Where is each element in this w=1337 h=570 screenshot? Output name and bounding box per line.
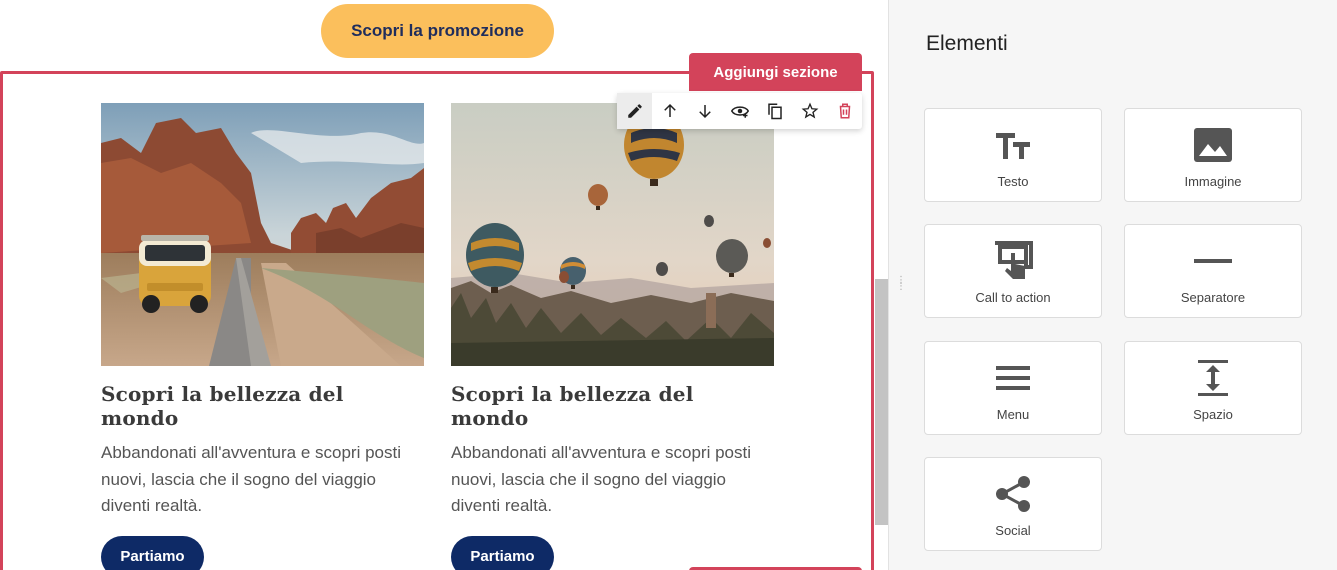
call-to-action-icon: [993, 241, 1033, 281]
card-title[interactable]: Scopri la bellezza del mondo: [451, 382, 774, 430]
tile-label: Spazio: [1193, 407, 1233, 422]
partiamo-button[interactable]: Partiamo: [451, 535, 554, 570]
visibility-icon[interactable]: [722, 93, 757, 129]
partiamo-button[interactable]: Partiamo: [101, 535, 204, 570]
scrollbar-thumb[interactable]: [875, 279, 888, 525]
card-text[interactable]: Abbandonati all'avventura e scopri posti…: [101, 440, 401, 520]
copy-icon[interactable]: [757, 93, 792, 129]
panel-title: Elementi: [926, 32, 1008, 55]
element-tile-testo[interactable]: Testo: [924, 108, 1102, 202]
add-section-button[interactable]: Aggiungi sezione: [689, 53, 862, 91]
share-icon: [993, 474, 1033, 514]
text-icon: [993, 125, 1033, 165]
editor-canvas: Scopri la promozione Scopri la bellezza …: [0, 0, 875, 570]
tile-label: Separatore: [1180, 290, 1246, 305]
star-icon[interactable]: [792, 93, 827, 129]
element-tile-spazio[interactable]: Spazio: [1124, 341, 1302, 435]
tile-label: Social: [995, 523, 1031, 538]
tile-label: Testo: [997, 174, 1029, 189]
edit-icon[interactable]: [617, 93, 652, 129]
card: Scopri la bellezza del mondo Abbandonati…: [101, 103, 424, 570]
tile-label: Call to action: [975, 290, 1051, 305]
spacing-icon: [1193, 358, 1233, 398]
element-tile-call-to-action[interactable]: Call to action: [924, 224, 1102, 318]
card-title[interactable]: Scopri la bellezza del mondo: [101, 382, 424, 430]
card: Scopri la bellezza del mondo Abbandonati…: [451, 103, 774, 570]
tile-label: Immagine: [1184, 174, 1242, 189]
hot-air-balloons-image[interactable]: [451, 103, 774, 366]
section-toolbar: [617, 93, 862, 129]
arrow-up-icon[interactable]: [652, 93, 687, 129]
card-text[interactable]: Abbandonati all'avventura e scopri posti…: [451, 440, 751, 520]
van-desert-road-image[interactable]: [101, 103, 424, 366]
arrow-down-icon[interactable]: [687, 93, 722, 129]
tile-label: Menu: [996, 407, 1030, 422]
promo-button[interactable]: Scopri la promozione: [321, 4, 554, 58]
delete-icon[interactable]: [827, 93, 862, 129]
element-tile-social[interactable]: Social: [924, 457, 1102, 551]
element-tile-menu[interactable]: Menu: [924, 341, 1102, 435]
image-icon: [1193, 125, 1233, 165]
element-tile-separatore[interactable]: Separatore: [1124, 224, 1302, 318]
element-tile-immagine[interactable]: Immagine: [1124, 108, 1302, 202]
resize-handle-icon[interactable]: ⋮ ⋮: [896, 276, 906, 296]
menu-icon: [993, 358, 1033, 398]
separator-icon: [1193, 241, 1233, 281]
